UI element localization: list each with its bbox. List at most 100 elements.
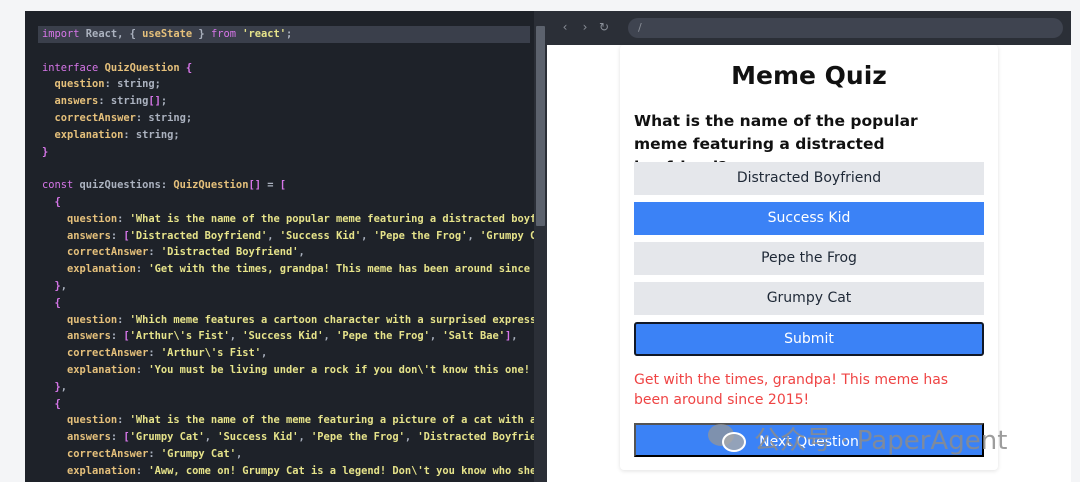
code-token: : string; <box>123 128 180 141</box>
code-line[interactable]: { <box>25 295 535 312</box>
code-line[interactable]: correctAnswer: 'Arthur\'s Fist', <box>25 345 535 362</box>
code-token: ; <box>286 28 293 40</box>
code-token: explanation <box>67 263 136 276</box>
code-token: { <box>54 296 61 309</box>
code-token: : <box>135 263 149 276</box>
code-token: quizQuestions: <box>73 179 174 192</box>
code-token: interface <box>42 61 99 74</box>
code-token: : <box>135 464 149 477</box>
code-token: question <box>67 414 118 427</box>
code-token: { <box>54 397 61 410</box>
code-token: 'react' <box>242 28 287 40</box>
code-token: 'Get with the times, grandpa! This meme … <box>148 263 535 276</box>
code-line[interactable]: correctAnswer: 'Distracted Boyfriend', <box>25 244 535 261</box>
code-token: ; <box>160 95 168 108</box>
submit-button[interactable]: Submit <box>634 322 984 356</box>
reload-icon[interactable]: ↻ <box>598 20 610 34</box>
code-token: 'Distracted Boyfriend' <box>417 431 535 444</box>
back-arrow-icon[interactable]: ‹ <box>559 20 571 34</box>
code-token: 'Arthur\'s Fist' <box>160 347 261 360</box>
answer-option[interactable]: Pepe the Frog <box>634 242 984 275</box>
code-token: , <box>298 431 312 444</box>
code-token: useState <box>142 28 193 40</box>
code-token: , <box>298 246 305 259</box>
code-line[interactable]: { <box>25 194 535 211</box>
code-line[interactable]: }, <box>25 379 535 396</box>
code-token: [ <box>279 179 287 192</box>
code-token: : <box>148 246 161 259</box>
watermark-text: 公众号 · PaperAgent <box>754 425 1008 456</box>
code-line[interactable]: interface QuizQuestion { <box>25 60 535 77</box>
wechat-logo-icon <box>708 422 748 454</box>
code-line[interactable]: }, <box>25 278 535 295</box>
code-token: , <box>60 380 68 393</box>
code-token: [] <box>148 95 161 108</box>
watermark: 公众号 · PaperAgent <box>708 420 1007 456</box>
code-line[interactable]: answers: ['Arthur\'s Fist', 'Success Kid… <box>25 328 535 345</box>
code-line[interactable]: answers: string[]; <box>25 93 535 110</box>
code-token: 'Distracted Boyfriend' <box>160 246 299 259</box>
code-token: , <box>60 279 68 292</box>
code-editor[interactable]: import React, { useState } from 'react';… <box>25 11 547 482</box>
code-token: explanation <box>67 363 136 376</box>
code-line[interactable]: answers: ['Distracted Boyfriend', 'Succe… <box>25 228 535 245</box>
code-token: 'Distracted Boyfriend' <box>129 229 268 242</box>
code-token: [] <box>248 179 261 192</box>
code-line[interactable] <box>25 160 535 177</box>
code-line[interactable]: answers: ['Grumpy Cat', 'Success Kid', '… <box>25 429 535 446</box>
explanation-text: Get with the times, grandpa! This meme h… <box>634 372 949 408</box>
code-token: 'Pepe the Frog' <box>336 330 430 343</box>
code-line[interactable]: explanation: 'You must be living under a… <box>25 362 535 379</box>
code-token: : string; <box>104 78 161 91</box>
code-line[interactable]: } <box>25 144 535 161</box>
code-line[interactable]: import React, { useState } from 'react'; <box>38 26 530 43</box>
code-line[interactable]: correctAnswer: 'Grumpy Cat', <box>25 446 535 463</box>
code-line[interactable]: explanation: 'Aww, come on! Grumpy Cat i… <box>25 463 535 480</box>
code-token: question <box>67 313 118 326</box>
answer-option[interactable]: Distracted Boyfriend <box>634 162 984 195</box>
forward-arrow-icon[interactable]: › <box>579 20 591 34</box>
code-line[interactable] <box>25 43 535 60</box>
editor-scroll-thumb[interactable] <box>536 26 545 226</box>
code-token: 'Grumpy Cat' <box>129 431 205 444</box>
code-token: : string; <box>135 111 193 124</box>
code-token: React, { <box>79 28 143 40</box>
url-bar[interactable]: / <box>628 18 1063 38</box>
editor-scrollbar[interactable] <box>534 11 547 482</box>
answer-option[interactable]: Success Kid <box>634 202 984 235</box>
code-token: : <box>135 363 149 376</box>
code-token: explanation <box>54 128 124 141</box>
code-token: { <box>185 61 193 74</box>
code-line[interactable]: question: string; <box>25 76 535 93</box>
code-token: 'Arthur\'s Fist' <box>129 330 230 343</box>
code-token: , <box>235 447 243 460</box>
code-line[interactable]: explanation: 'Get with the times, grandp… <box>25 261 535 278</box>
code-line[interactable]: { <box>25 396 535 413</box>
code-token: , <box>404 431 418 444</box>
code-token: : <box>110 229 124 242</box>
code-token: { <box>54 195 61 208</box>
code-token: , <box>429 330 443 343</box>
code-token: : string <box>98 95 149 108</box>
code-lines[interactable]: import React, { useState } from 'react';… <box>25 26 535 480</box>
code-token: 'Pepe the Frog' <box>373 229 468 242</box>
code-token: , <box>267 229 280 242</box>
code-line[interactable]: question: 'What is the name of the meme … <box>25 412 535 429</box>
code-token: 'Salt Bae' <box>442 330 505 343</box>
code-line[interactable]: correctAnswer: string; <box>25 110 535 127</box>
code-line[interactable]: explanation: string; <box>25 127 535 144</box>
code-token: : <box>148 447 161 460</box>
answer-option[interactable]: Grumpy Cat <box>634 282 984 315</box>
code-line[interactable]: const quizQuestions: QuizQuestion[] = [ <box>25 177 535 194</box>
code-line[interactable]: question: 'What is the name of the popul… <box>25 211 535 228</box>
code-token: 'Which meme features a cartoon character… <box>129 313 535 326</box>
code-line[interactable]: question: 'Which meme features a cartoon… <box>25 312 535 329</box>
